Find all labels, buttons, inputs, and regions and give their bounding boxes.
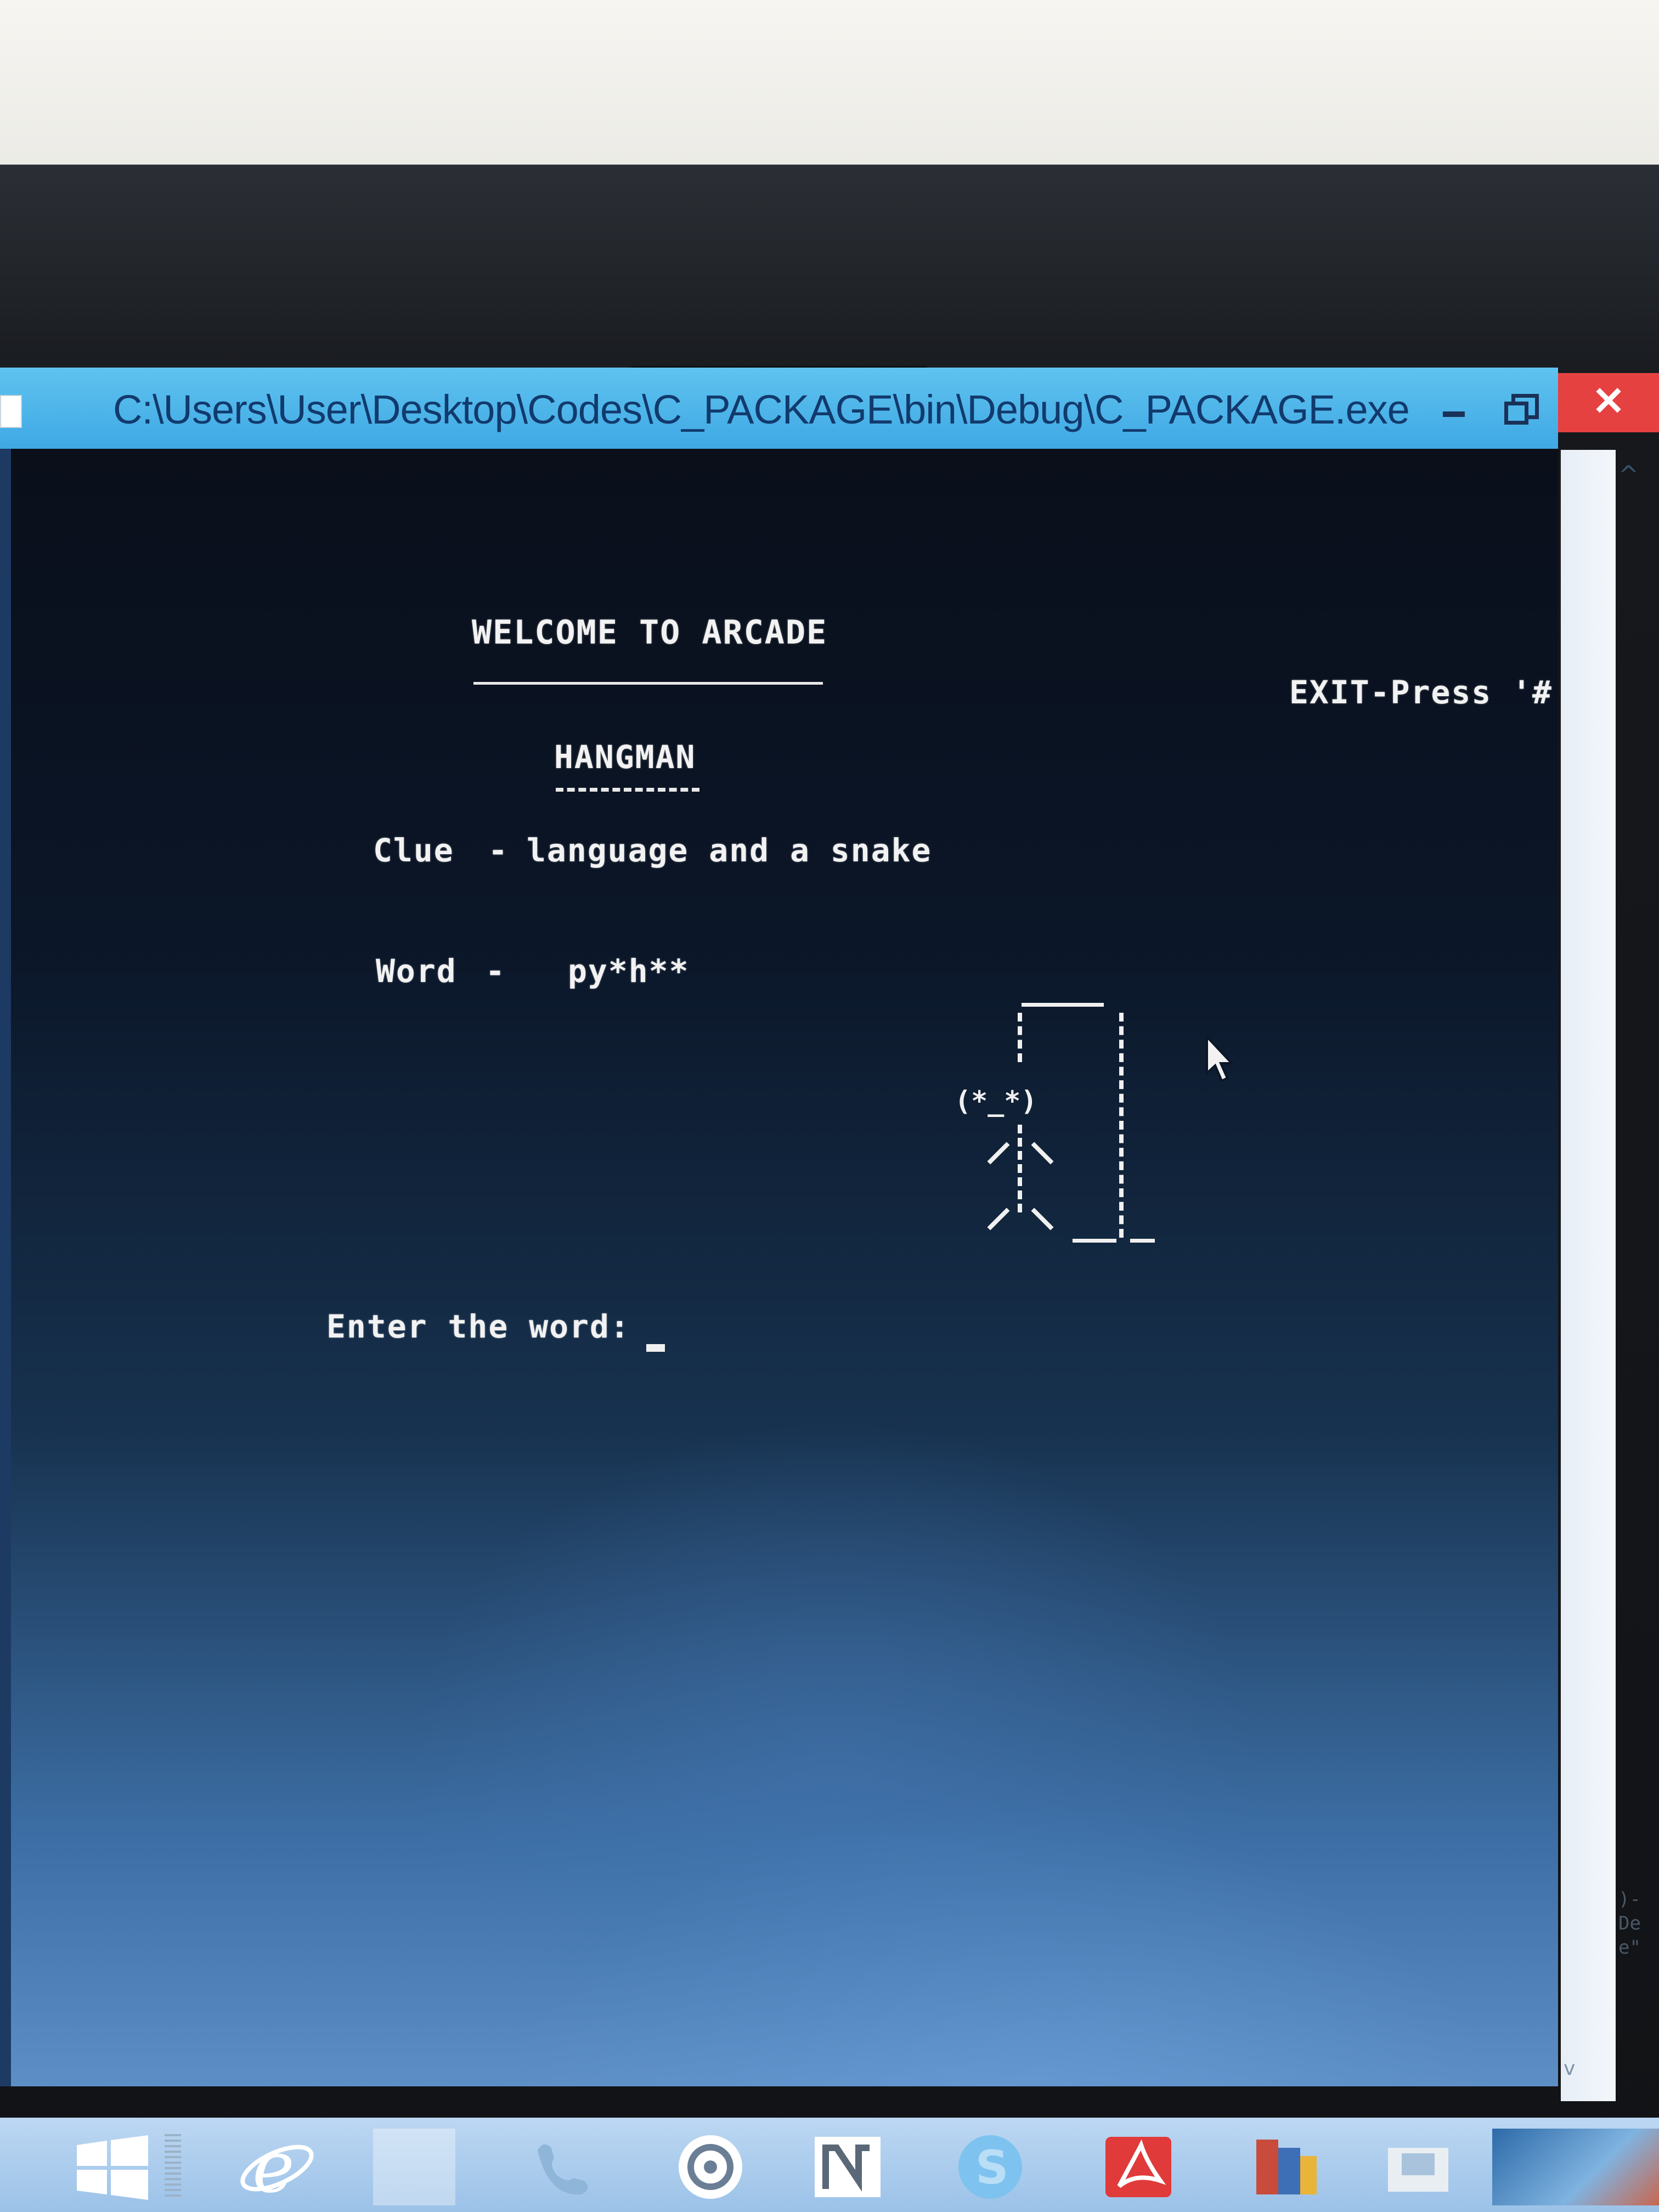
peek-line: )- xyxy=(1618,1888,1641,1910)
gallows-base-left xyxy=(1073,1239,1116,1243)
internet-explorer-icon[interactable]: e xyxy=(236,2129,318,2205)
restore-icon-back xyxy=(1504,402,1528,425)
masked-word: py*h** xyxy=(568,952,690,990)
minimize-icon xyxy=(1443,411,1465,417)
blank-app-icon[interactable] xyxy=(373,2129,455,2205)
minimize-button[interactable] xyxy=(1426,379,1481,433)
gallows-top-beam xyxy=(1022,1003,1104,1007)
taskbar-grip[interactable] xyxy=(165,2134,181,2200)
word-dash: - xyxy=(486,952,506,990)
word-input-prompt: Enter the word: xyxy=(326,1308,630,1345)
restore-button[interactable] xyxy=(1492,379,1547,433)
hangman-left-arm xyxy=(987,1142,1010,1165)
wall-background xyxy=(0,0,1659,165)
text-cursor[interactable] xyxy=(646,1344,665,1352)
console-edge xyxy=(0,449,11,2086)
acrobat-icon[interactable] xyxy=(1097,2129,1180,2205)
phone-icon[interactable] xyxy=(521,2129,603,2205)
gallows-base-right xyxy=(1130,1239,1155,1243)
svg-text:e: e xyxy=(252,2129,295,2205)
close-button[interactable]: ✕ xyxy=(1558,373,1659,432)
welcome-underline xyxy=(473,682,823,685)
hangman-left-leg xyxy=(987,1207,1010,1231)
hangman-right-leg xyxy=(1031,1207,1054,1231)
console-window: C:\Users\User\Desktop\Codes\C_PACKAGE\bi… xyxy=(0,368,1659,2118)
console-area[interactable]: WELCOME TO ARCADE EXIT-Press '#' HANGMAN… xyxy=(11,449,1558,2086)
welcome-heading: WELCOME TO ARCADE xyxy=(472,613,828,652)
vertical-scrollbar[interactable] xyxy=(1561,450,1616,2101)
background-window-peek: )- De e" xyxy=(1618,1887,1659,1960)
clue-dash: - xyxy=(488,832,509,869)
clue-text: language and a snake xyxy=(527,832,932,869)
clue-label: Clue xyxy=(373,832,454,869)
skype-icon[interactable]: S xyxy=(949,2129,1031,2205)
game-title-underline xyxy=(556,788,699,792)
game-title: HANGMAN xyxy=(554,738,696,776)
app-n-icon[interactable] xyxy=(806,2129,889,2205)
hangman-right-arm xyxy=(1031,1142,1054,1165)
scroll-down-icon[interactable]: v xyxy=(1564,2057,1591,2085)
folder-icon[interactable] xyxy=(1377,2129,1459,2205)
hangman-face: (*_*) xyxy=(955,1085,1037,1117)
photo-icon[interactable] xyxy=(1492,2129,1659,2205)
exit-hint: EXIT-Press '#' xyxy=(1289,674,1558,711)
console-app-icon[interactable] xyxy=(0,395,22,428)
peek-line: De xyxy=(1618,1912,1641,1934)
window-title: C:\Users\User\Desktop\Codes\C_PACKAGE\bi… xyxy=(113,387,1410,432)
office-icon[interactable] xyxy=(1245,2129,1328,2205)
taskbar: e S xyxy=(0,2118,1659,2212)
svg-text:S: S xyxy=(975,2141,1009,2194)
audio-player-icon[interactable] xyxy=(669,2129,752,2205)
peek-line: e" xyxy=(1618,1937,1641,1959)
word-label: Word xyxy=(376,952,457,990)
gallows-rope xyxy=(1018,1013,1026,1062)
title-bar[interactable]: C:\Users\User\Desktop\Codes\C_PACKAGE\bi… xyxy=(0,368,1558,449)
windows-logo-icon[interactable] xyxy=(71,2129,154,2205)
gallows-post xyxy=(1119,1013,1128,1238)
hangman-drawing: (*_*) xyxy=(955,1003,1185,1261)
hangman-body xyxy=(1018,1125,1026,1212)
scroll-up-icon[interactable]: ^ xyxy=(1618,461,1646,489)
mouse-pointer-icon xyxy=(1206,1035,1234,1082)
